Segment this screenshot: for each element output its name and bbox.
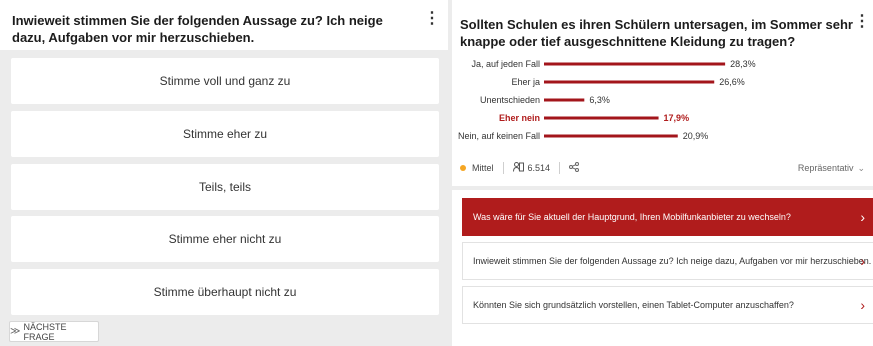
chart-bar bbox=[544, 98, 585, 102]
chart-category-label: Eher ja bbox=[511, 77, 540, 87]
chart-bar bbox=[544, 62, 726, 66]
representative-dropdown[interactable]: Repräsentativ ⌄ bbox=[798, 163, 865, 174]
results-card: Sollten Schulen es ihren Schülern unters… bbox=[452, 0, 873, 186]
chart-value-label: 6,3% bbox=[589, 95, 610, 105]
results-meta-row: Mittel 6.514 Repräsentativ ⌄ bbox=[460, 158, 865, 178]
related-question-label: Könnten Sie sich grundsätzlich vorstelle… bbox=[473, 300, 794, 310]
answer-option-4[interactable]: Stimme eher nicht zu bbox=[11, 216, 439, 262]
related-question-label: Inwieweit stimmen Sie der folgenden Auss… bbox=[473, 256, 872, 266]
chart-category-label: Nein, auf keinen Fall bbox=[458, 131, 540, 141]
answer-option-3[interactable]: Teils, teils bbox=[11, 164, 439, 210]
chart-value-label: 17,9% bbox=[664, 113, 690, 123]
chart-bar bbox=[544, 134, 678, 138]
chart-category-label: Unentschieden bbox=[480, 95, 540, 105]
chevron-down-icon: ⌄ bbox=[857, 162, 865, 173]
chart-bar bbox=[544, 116, 659, 120]
related-question-item[interactable]: Könnten Sie sich grundsätzlich vorstelle… bbox=[462, 286, 873, 324]
next-question-button[interactable]: ≫ NÄCHSTE FRAGE bbox=[9, 321, 99, 342]
related-question-item[interactable]: Inwieweit stimmen Sie der folgenden Auss… bbox=[462, 242, 873, 280]
question-panel: Inwieweit stimmen Sie der folgenden Auss… bbox=[0, 0, 448, 346]
quality-label: Mittel bbox=[472, 163, 494, 173]
more-options-icon[interactable]: ⋮ bbox=[424, 11, 440, 30]
chart-value-label: 26,6% bbox=[719, 77, 745, 87]
divider bbox=[559, 162, 561, 174]
chevron-right-icon: › bbox=[860, 253, 865, 269]
related-questions-list: Was wäre für Sie aktuell der Hauptgrund,… bbox=[452, 190, 873, 346]
chevron-right-icon: › bbox=[860, 297, 865, 313]
question-header: Inwieweit stimmen Sie der folgenden Auss… bbox=[0, 0, 448, 50]
related-question-item[interactable]: Was wäre für Sie aktuell der Hauptgrund,… bbox=[462, 198, 873, 236]
chart-category-label: Ja, auf jeden Fall bbox=[471, 59, 540, 69]
next-question-label: NÄCHSTE FRAGE bbox=[23, 321, 67, 342]
answer-option-1[interactable]: Stimme voll und ganz zu bbox=[11, 58, 439, 104]
representative-label: Repräsentativ bbox=[797, 163, 854, 173]
answer-option-2[interactable]: Stimme eher zu bbox=[11, 111, 439, 157]
related-question-label: Was wäre für Sie aktuell der Hauptgrund,… bbox=[473, 212, 791, 222]
chart-category-label: Eher nein bbox=[499, 113, 540, 123]
respondents-icon bbox=[512, 161, 524, 175]
quality-dot-icon bbox=[460, 165, 466, 171]
question-title: Inwieweit stimmen Sie der folgenden Auss… bbox=[12, 13, 383, 45]
respondents-count: 6.514 bbox=[527, 163, 551, 173]
chart-value-label: 20,9% bbox=[683, 131, 709, 141]
results-panel: Sollten Schulen es ihren Schülern unters… bbox=[452, 0, 873, 346]
answer-option-5[interactable]: Stimme überhaupt nicht zu bbox=[11, 269, 439, 315]
chart-value-label: 28,3% bbox=[730, 59, 756, 69]
chart-bar bbox=[544, 80, 715, 84]
divider bbox=[502, 162, 504, 174]
double-chevron-right-icon: ≫ bbox=[10, 326, 21, 337]
share-icon[interactable] bbox=[569, 161, 580, 175]
chevron-right-icon: › bbox=[860, 209, 865, 225]
